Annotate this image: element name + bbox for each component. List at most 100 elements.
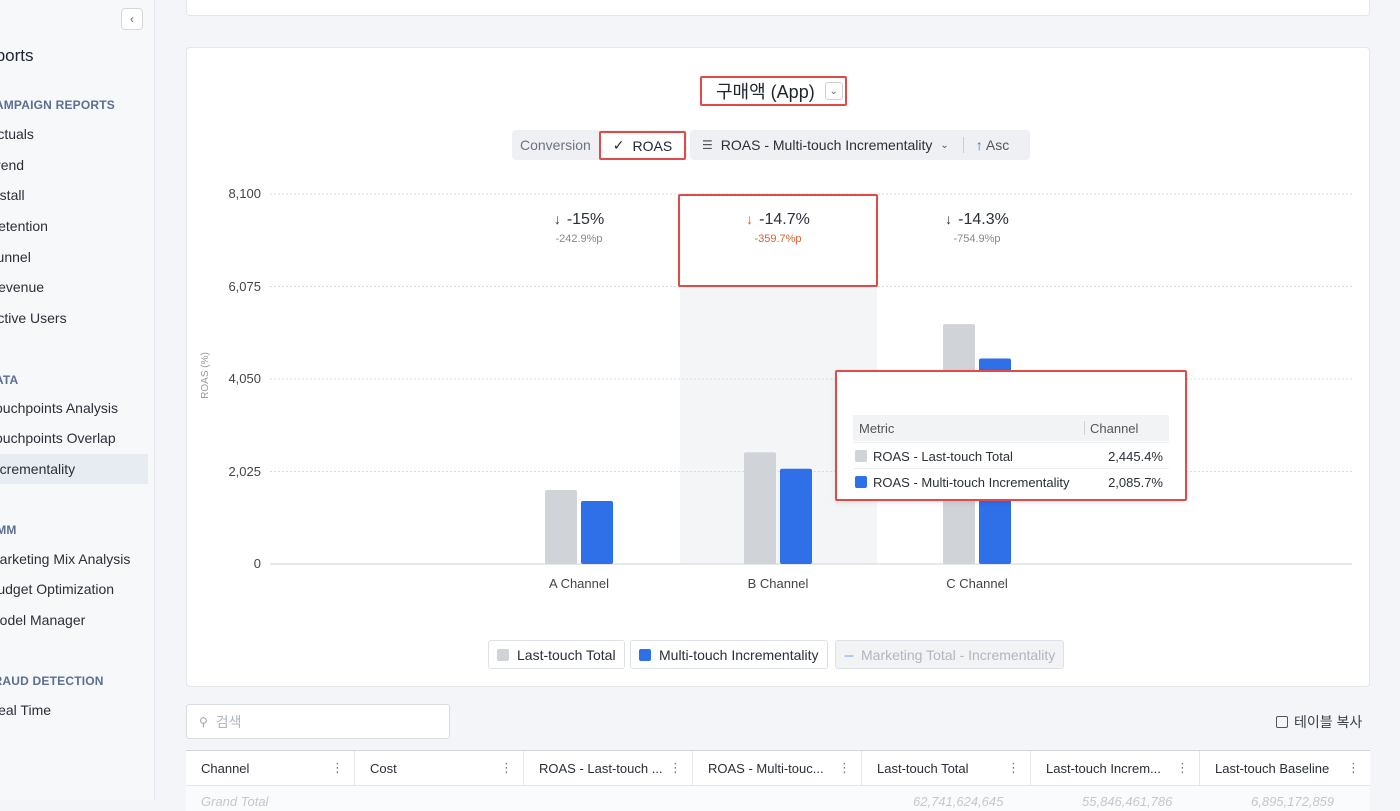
chevron-down-icon[interactable]: ⌄ — [940, 140, 948, 151]
toggle-conversion[interactable]: Conversion — [520, 137, 591, 153]
legend-marketing-total[interactable]: --- Marketing Total - Incrementality — [835, 640, 1065, 669]
sidebar-item-marketing-mix-analysis[interactable]: Marketing Mix Analysis — [0, 551, 130, 567]
y-tick-label: 2,025 — [228, 463, 261, 479]
tooltip-col-channel: Channel — [1090, 421, 1139, 436]
delta-percent-value: -14.3% — [958, 211, 1009, 228]
sidebar-item-install[interactable]: Install — [0, 187, 25, 203]
chevron-left-icon: ‹ — [130, 12, 134, 26]
y-tick-label: 8,100 — [228, 186, 261, 201]
sort-order-button[interactable]: ↑ Asc — [976, 137, 1009, 153]
tooltip-row-name: ROAS - Last-touch Total — [873, 449, 1013, 464]
y-axis-label: ROAS (%) — [199, 352, 211, 399]
legend-multi-touch[interactable]: Multi-touch Incrementality — [630, 640, 828, 669]
tooltip-row: ROAS - Multi-touch Incrementality 2,085.… — [853, 468, 1169, 494]
sidebar-section-heading: DATA — [0, 373, 19, 387]
toggle-roas[interactable]: ✓ ROAS — [599, 131, 686, 160]
delta-points: -242.9%p — [555, 233, 603, 245]
swatch-gray — [855, 450, 867, 462]
sidebar-item-funnel[interactable]: Funnel — [0, 249, 31, 265]
collapse-sidebar-button[interactable]: ‹ — [121, 8, 143, 30]
column-label: Last-touch Total — [877, 761, 969, 776]
sidebar-section-heading: CAMPAIGN REPORTS — [0, 98, 115, 112]
search-input[interactable] — [215, 713, 436, 730]
sidebar-item-budget-optimization[interactable]: Budget Optimization — [0, 581, 114, 597]
chevron-down-icon[interactable]: ⌄ — [824, 82, 843, 100]
column-header-last-touch-incremental[interactable]: Last-touch Increm... ⋮ — [1031, 751, 1200, 785]
kebab-menu-icon[interactable]: ⋮ — [838, 760, 851, 776]
copy-icon — [1276, 716, 1288, 728]
sidebar-item-touchpoints-overlap[interactable]: Touchpoints Overlap — [0, 430, 116, 446]
sort-field-select[interactable]: ROAS - Multi-touch Incrementality — [721, 137, 933, 153]
highlight-box — [678, 194, 878, 287]
copy-table-button[interactable]: 테이블 복사 — [1276, 712, 1362, 732]
column-header-channel[interactable]: Channel ⋮ — [186, 751, 355, 785]
delta-percent: ↓ -15% — [499, 211, 659, 229]
sidebar-section-heading: FRAUD DETECTION — [0, 674, 104, 688]
kebab-menu-icon[interactable]: ⋮ — [331, 760, 344, 776]
sidebar-item-incrementality[interactable]: Incrementality — [0, 454, 148, 484]
arrow-down-icon: ↓ — [945, 211, 953, 227]
column-header-roas-last-touch[interactable]: ROAS - Last-touch ... ⋮ — [524, 751, 693, 785]
sidebar-item-active-users[interactable]: Active Users — [0, 310, 67, 326]
dashed-line-icon: --- — [844, 647, 854, 662]
metric-select[interactable]: 구매액 (App) ⌄ — [700, 76, 847, 106]
sidebar: ‹ Reports CAMPAIGN REPORTS DATA MMM FRAUD D… — [0, 0, 155, 800]
sidebar-title: Reports — [0, 46, 34, 65]
legend-last-touch[interactable]: Last-touch Total — [488, 640, 625, 669]
top-card — [186, 0, 1370, 16]
kebab-menu-icon[interactable]: ⋮ — [1176, 760, 1189, 776]
column-label: Channel — [201, 761, 250, 776]
search-icon: ⚲ — [199, 714, 208, 729]
y-tick-label: 6,075 — [228, 278, 261, 294]
tooltip-row: ROAS - Last-touch Total 2,445.4% — [853, 442, 1169, 468]
sidebar-section-heading: MMM — [0, 523, 17, 537]
swatch-gray — [497, 648, 509, 661]
toggle-roas-label: ROAS — [632, 137, 673, 154]
tooltip-row-name: ROAS - Multi-touch Incrementality — [873, 475, 1070, 490]
kebab-menu-icon[interactable]: ⋮ — [500, 760, 513, 776]
delta-points: -754.9%p — [953, 233, 1001, 245]
cell-value: 6,895,172,859 — [1251, 794, 1335, 809]
column-header-cost[interactable]: Cost ⋮ — [355, 751, 524, 785]
swatch-blue — [855, 476, 867, 488]
tooltip-header: Metric Channel — [853, 415, 1169, 441]
kebab-menu-icon[interactable]: ⋮ — [1007, 760, 1020, 776]
column-header-last-touch-baseline[interactable]: Last-touch Baseline ⋮ — [1200, 751, 1370, 785]
chart-tooltip: Metric Channel ROAS - Last-touch Total 2… — [835, 370, 1187, 501]
metric-select-label: 구매액 (App) — [716, 82, 815, 102]
sidebar-item-revenue[interactable]: Revenue — [0, 279, 44, 295]
sort-icon: ☰ — [702, 138, 713, 152]
y-tick-label: 0 — [253, 556, 261, 571]
delta-percent: ↓ -14.3% — [897, 211, 1057, 229]
sidebar-item-model-manager[interactable]: Model Manager — [0, 612, 85, 628]
tooltip-col-metric: Metric — [859, 421, 895, 436]
sidebar-item-retention[interactable]: Retention — [0, 218, 48, 234]
search-box[interactable]: ⚲ — [186, 704, 450, 739]
check-icon: ✓ — [612, 137, 625, 153]
divider — [1084, 421, 1085, 435]
sidebar-item-trend[interactable]: Trend — [0, 157, 24, 173]
swatch-blue — [639, 648, 651, 661]
column-label: Cost — [370, 761, 397, 776]
column-header-roas-multi-touch[interactable]: ROAS - Multi-touc... ⋮ — [693, 751, 862, 785]
column-header-last-touch-total[interactable]: Last-touch Total ⋮ — [862, 751, 1031, 785]
delta-annotation: ↓ -14.3% -754.9%p — [897, 211, 1057, 245]
kebab-menu-icon[interactable]: ⋮ — [669, 760, 682, 776]
divider — [962, 137, 964, 153]
x-tick-label: A Channel — [549, 576, 609, 591]
delta-annotation: ↓ -15% -242.9%p — [499, 211, 659, 245]
sidebar-item-touchpoints-analysis[interactable]: Touchpoints Analysis — [0, 400, 118, 416]
data-table: Channel ⋮ Cost ⋮ ROAS - Last-touch ... ⋮ RO… — [186, 750, 1370, 811]
cell-channel: Grand Total — [201, 794, 269, 809]
sidebar-item-actuals[interactable]: Actuals — [0, 126, 34, 142]
view-toggle: Conversion ✓ ROAS — [512, 130, 687, 160]
cell-value: 62,741,624,645 — [913, 794, 1004, 809]
legend-label: Last-touch Total — [517, 646, 616, 663]
sidebar-item-real-time[interactable]: Real Time — [0, 702, 51, 718]
tooltip-row-value: 2,445.4% — [1108, 449, 1163, 464]
cell-value: 55,846,461,786 — [1082, 794, 1173, 809]
delta-percent-value: -15% — [566, 211, 605, 228]
kebab-menu-icon[interactable]: ⋮ — [1347, 760, 1360, 776]
table-row: Grand Total 62,741,624,645 55,846,461,78… — [186, 785, 1370, 811]
legend-label: Marketing Total - Incrementality — [861, 646, 1056, 663]
